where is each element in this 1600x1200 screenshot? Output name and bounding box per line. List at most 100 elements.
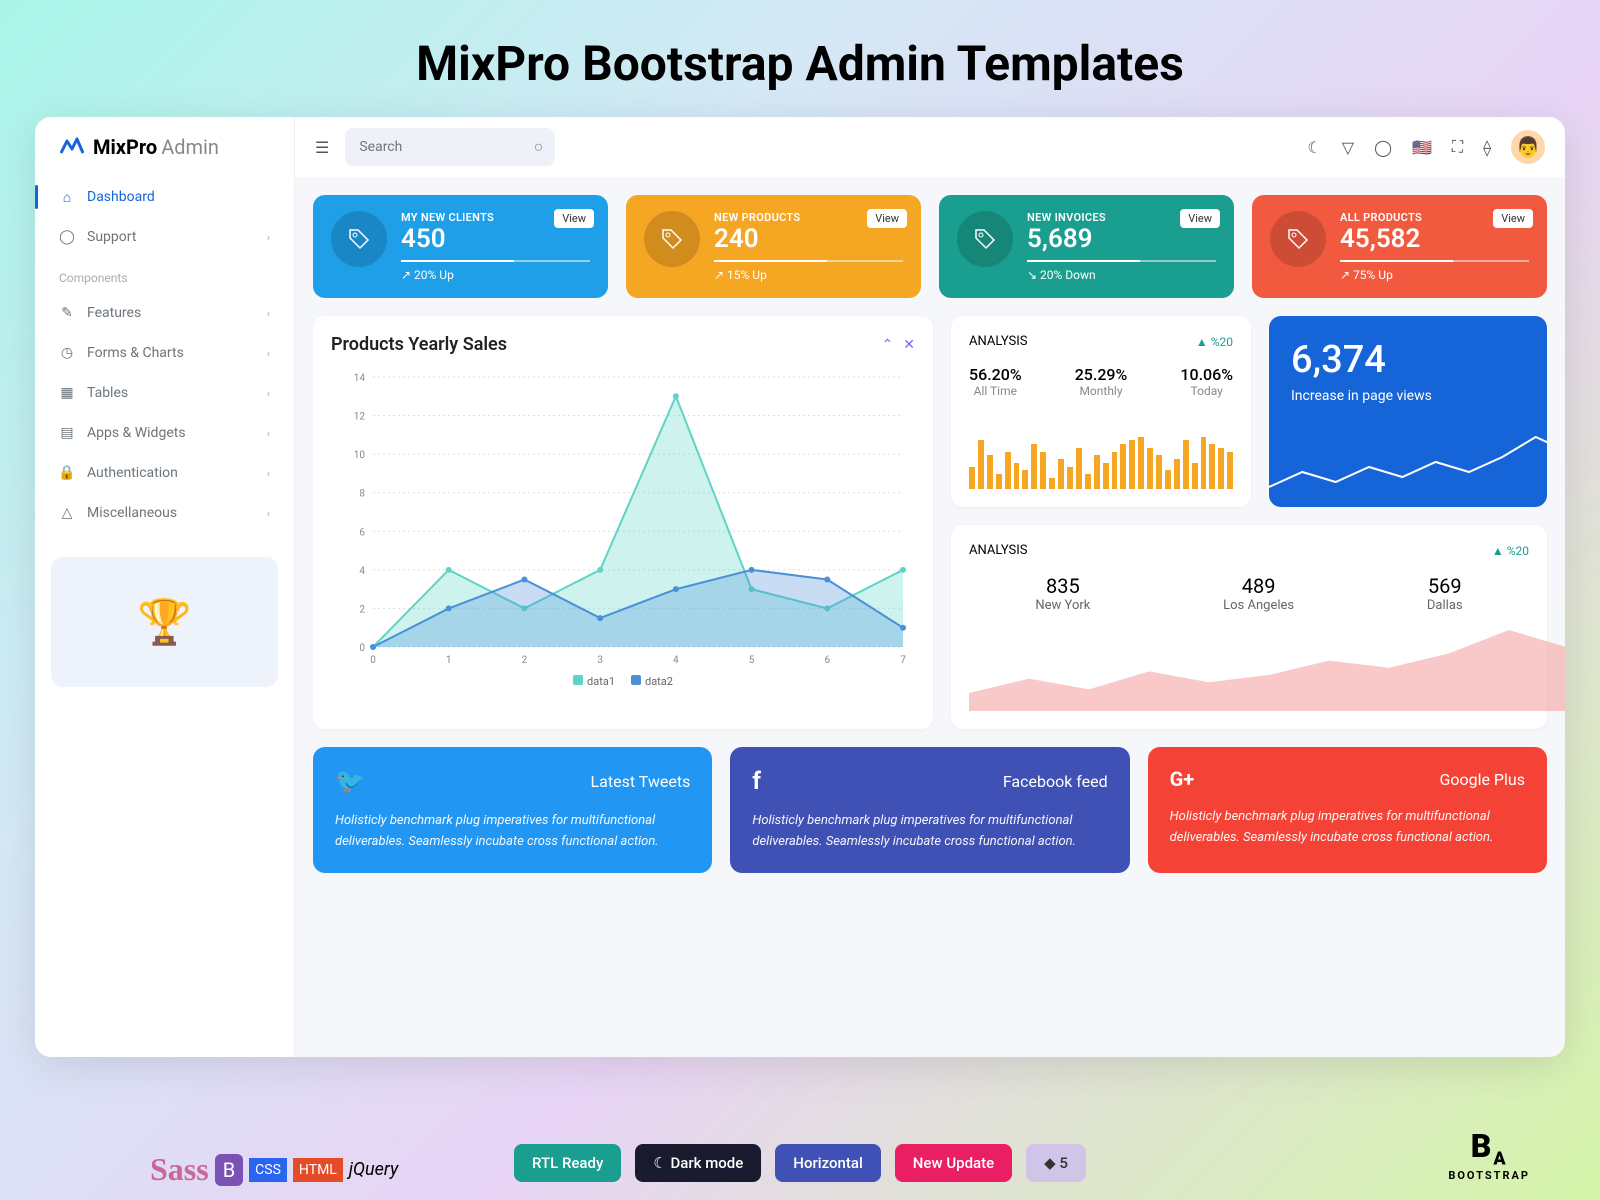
badge-horizontal[interactable]: Horizontal — [775, 1144, 880, 1182]
kpi-row: MY NEW CLIENTS 450 ↗ 20% Up View NEW PRO… — [313, 195, 1547, 298]
analysis-stats: 56.20%All Time25.29%Monthly10.06%Today — [969, 365, 1233, 398]
kpi-clients: MY NEW CLIENTS 450 ↗ 20% Up View — [313, 195, 608, 298]
flag-icon[interactable]: 🇺🇸 — [1412, 138, 1432, 157]
nav-apps[interactable]: ▤ Apps & Widgets › — [35, 413, 294, 453]
facebook-icon: f — [752, 767, 761, 795]
kpi-allproducts: ALL PRODUCTS 45,582 ↗ 75% Up View — [1252, 195, 1547, 298]
nav-section-label: Components — [35, 257, 294, 293]
svg-text:1: 1 — [446, 655, 452, 666]
lock-icon: 🔒 — [59, 465, 75, 481]
badge-rtl[interactable]: RTL Ready — [514, 1144, 621, 1182]
collapse-icon[interactable]: ⌃ — [882, 337, 894, 353]
pct-badge: ▲ %20 — [1492, 544, 1529, 558]
view-button[interactable]: View — [1180, 209, 1220, 228]
nav-label: Support — [87, 229, 136, 245]
headset-icon: ◯ — [59, 229, 75, 245]
bell-icon[interactable]: ▽ — [1342, 138, 1354, 157]
svg-text:10: 10 — [354, 450, 366, 461]
view-button[interactable]: View — [867, 209, 907, 228]
content: MY NEW CLIENTS 450 ↗ 20% Up View NEW PRO… — [295, 177, 1565, 891]
home-icon: ⌂ — [59, 189, 75, 205]
search-icon[interactable]: ○ — [534, 137, 544, 157]
svg-text:8: 8 — [359, 489, 365, 500]
grid-icon: ▦ — [59, 385, 75, 401]
brand-logo[interactable]: MixPro Admin — [35, 135, 294, 177]
page-title: MixPro Bootstrap Admin Templates — [0, 0, 1600, 117]
settings-icon[interactable]: ⟠ — [1483, 138, 1491, 157]
svg-text:12: 12 — [354, 412, 366, 423]
svg-text:4: 4 — [359, 566, 365, 577]
card-title: ANALYSIS — [969, 543, 1028, 558]
nav-dashboard[interactable]: ⌂ Dashboard — [35, 177, 294, 217]
kpi-bar — [1027, 260, 1216, 262]
bootstrap-logo: BA BOOTSTRAP — [1448, 1127, 1530, 1182]
social-title: Google Plus — [1439, 770, 1525, 789]
pageviews-card: 6,374 Increase in page views — [1269, 316, 1547, 507]
promo-card[interactable]: 🏆 — [51, 557, 278, 687]
social-body: Holisticly benchmark plug imperatives fo… — [335, 811, 690, 853]
sales-chart: 0246810121401234567 — [331, 367, 915, 667]
analysis-card-1: ANALYSIS ▲ %20 56.20%All Time25.29%Month… — [951, 316, 1251, 507]
search-input[interactable] — [345, 128, 555, 166]
nav-forms[interactable]: ◷ Forms & Charts › — [35, 333, 294, 373]
mid-row: Products Yearly Sales ⌃ ✕ 02468101214012… — [313, 316, 1547, 729]
svg-text:3: 3 — [597, 655, 603, 666]
badge-dark[interactable]: ☾ Dark mode — [635, 1144, 761, 1182]
svg-text:14: 14 — [354, 373, 366, 384]
svg-text:5: 5 — [749, 655, 755, 666]
clock-icon: ◷ — [59, 345, 75, 361]
nav-tables[interactable]: ▦ Tables › — [35, 373, 294, 413]
dashboard-window: MixPro Admin ⌂ Dashboard ◯ Support › Com… — [35, 117, 1565, 1057]
chat-icon[interactable]: ◯ — [1374, 138, 1392, 157]
nav-label: Miscellaneous — [87, 505, 177, 521]
search-wrap: ○ — [345, 128, 555, 166]
view-button[interactable]: View — [554, 209, 594, 228]
svg-text:6: 6 — [359, 527, 365, 538]
kpi-trend: ↗ 75% Up — [1340, 268, 1529, 282]
big-value: 6,374 — [1291, 338, 1525, 382]
kpi-products: NEW PRODUCTS 240 ↗ 15% Up View — [626, 195, 921, 298]
svg-text:2: 2 — [359, 604, 365, 615]
kpi-trend: ↗ 15% Up — [714, 268, 903, 282]
close-icon[interactable]: ✕ — [903, 337, 915, 353]
chevron-right-icon: › — [267, 307, 270, 320]
social-body: Holisticly benchmark plug imperatives fo… — [752, 811, 1107, 853]
kpi-value: 450 — [401, 224, 590, 254]
kpi-value: 45,582 — [1340, 224, 1529, 254]
sparkline — [1269, 427, 1547, 507]
badge-bootstrap5[interactable]: ◆ 5 — [1026, 1144, 1086, 1182]
chevron-right-icon: › — [267, 427, 270, 440]
big-label: Increase in page views — [1291, 388, 1525, 404]
chevron-right-icon: › — [267, 507, 270, 520]
nav-label: Authentication — [87, 465, 178, 481]
footer-badges: RTL Ready ☾ Dark mode Horizontal New Upd… — [0, 1144, 1600, 1182]
warning-icon: △ — [59, 505, 75, 521]
svg-text:0: 0 — [370, 655, 376, 666]
kpi-bar — [714, 260, 903, 262]
svg-text:0: 0 — [359, 643, 365, 654]
nav-features[interactable]: ✎ Features › — [35, 293, 294, 333]
menu-toggle-icon[interactable]: ☰ — [315, 138, 329, 157]
social-title: Latest Tweets — [591, 772, 691, 791]
badge-update[interactable]: New Update — [895, 1144, 1012, 1182]
svg-text:7: 7 — [900, 655, 906, 666]
tag-icon — [331, 211, 387, 267]
kpi-bar — [401, 260, 590, 262]
nav-auth[interactable]: 🔒 Authentication › — [35, 453, 294, 493]
nav-support[interactable]: ◯ Support › — [35, 217, 294, 257]
fullscreen-icon[interactable]: ⛶ — [1452, 137, 1463, 157]
cities-area-chart — [969, 621, 1565, 711]
chevron-right-icon: › — [267, 467, 270, 480]
kpi-value: 240 — [714, 224, 903, 254]
view-button[interactable]: View — [1493, 209, 1533, 228]
analysis-card-2: ANALYSIS ▲ %20 835New York489Los Angeles… — [951, 525, 1547, 729]
moon-icon[interactable]: ☾ — [1307, 138, 1321, 157]
avatar[interactable]: 👨 — [1511, 130, 1545, 164]
card-title: ANALYSIS — [969, 334, 1028, 349]
card-title: Products Yearly Sales — [331, 334, 507, 355]
logo-icon — [59, 137, 85, 157]
topbar: ☰ ○ ☾ ▽ ◯ 🇺🇸 ⛶ ⟠ 👨 — [295, 117, 1565, 177]
nav-misc[interactable]: △ Miscellaneous › — [35, 493, 294, 533]
layers-icon: ▤ — [59, 425, 75, 441]
nav-label: Forms & Charts — [87, 345, 184, 361]
